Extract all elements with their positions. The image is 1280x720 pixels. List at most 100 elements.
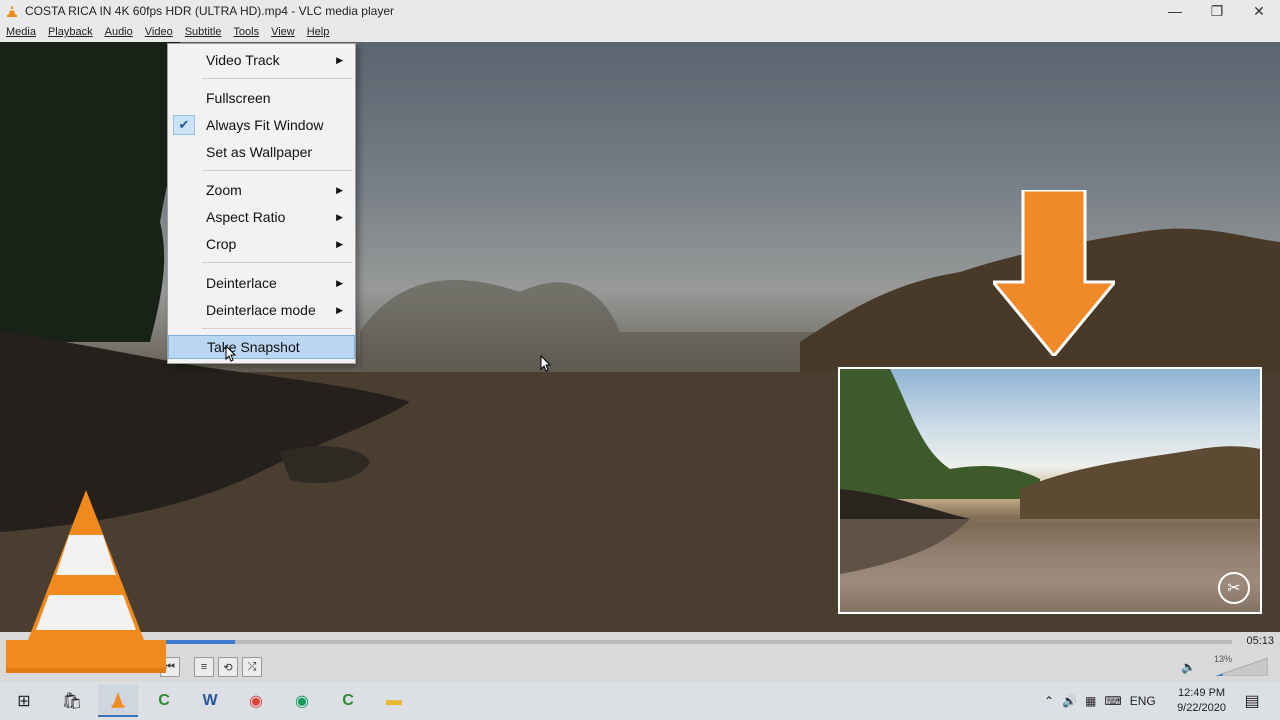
taskbar: ⊞ 🛍 C W ◉ ◉ C ▬ ⌃ 🔊 ▦ ⌨ ENG 12:49 PM 9/2… — [0, 682, 1280, 720]
menu-item-label: Video Track — [206, 52, 280, 68]
playlist-icon: ≡ — [200, 661, 208, 673]
vlc-window: COSTA RICA IN 4K 60fps HDR (ULTRA HD).mp… — [0, 0, 1280, 720]
chevron-up-icon[interactable]: ⌃ — [1044, 694, 1054, 708]
word-button[interactable]: W — [190, 685, 230, 717]
windows-icon: ⊞ — [17, 693, 31, 710]
menu-item-aspect-ratio[interactable]: Aspect Ratio ▶ — [168, 205, 355, 229]
seek-bar[interactable] — [160, 640, 1232, 644]
close-icon: ✕ — [1253, 2, 1265, 19]
shuffle-icon: ⤮ — [247, 660, 257, 673]
playlist-button[interactable]: ≡ — [194, 657, 214, 677]
snapshot-badge-icon: ✂ — [1218, 572, 1250, 604]
maximize-button[interactable]: ❐ — [1196, 0, 1238, 22]
menu-item-set-as-wallpaper[interactable]: Set as Wallpaper — [168, 140, 355, 164]
menu-item-take-snapshot[interactable]: Take Snapshot — [168, 335, 355, 359]
close-button[interactable]: ✕ — [1238, 0, 1280, 22]
chrome-profile-button[interactable]: ◉ — [282, 685, 322, 717]
speaker-icon[interactable]: 🔈 — [1181, 660, 1196, 674]
menu-item-label: Deinterlace mode — [206, 302, 316, 318]
menu-item-video-track[interactable]: Video Track ▶ — [168, 48, 355, 72]
menu-item-label: Fullscreen — [206, 90, 271, 106]
submenu-arrow-icon: ▶ — [336, 211, 343, 222]
menu-subtitle[interactable]: Subtitle — [179, 26, 228, 38]
menu-separator — [202, 170, 352, 171]
menu-media[interactable]: Media — [0, 26, 42, 38]
arrow-down-icon — [993, 190, 1115, 356]
menu-playback[interactable]: Playback — [42, 26, 99, 38]
volume-slider[interactable] — [1216, 658, 1268, 676]
seek-row: 05:13 — [0, 632, 1280, 652]
chrome-icon: ◉ — [295, 693, 309, 710]
loop-icon: ⟲ — [223, 661, 233, 674]
menu-item-always-fit-window[interactable]: ✔ Always Fit Window — [168, 113, 355, 137]
camtasia-icon: C — [342, 692, 354, 709]
hand-cursor-icon — [225, 345, 236, 362]
word-icon: W — [202, 692, 218, 709]
menu-item-label: Always Fit Window — [206, 117, 324, 133]
notifications-button[interactable]: ▤ — [1236, 685, 1268, 717]
menu-item-label: Deinterlace — [206, 275, 277, 291]
menu-item-deinterlace-mode[interactable]: Deinterlace mode ▶ — [168, 298, 355, 322]
menu-item-label: Crop — [206, 236, 237, 252]
camtasia-button[interactable]: C — [144, 685, 184, 717]
vlc-logo-icon — [6, 490, 166, 673]
store-icon: 🛍 — [61, 693, 83, 710]
menu-item-deinterlace[interactable]: Deinterlace ▶ — [168, 271, 355, 295]
volume-icon[interactable]: 🔊 — [1062, 694, 1077, 708]
menu-audio[interactable]: Audio — [99, 26, 139, 38]
chrome-button[interactable]: ◉ — [236, 685, 276, 717]
menu-separator — [202, 78, 352, 79]
vlc-cone-icon — [111, 692, 125, 708]
loop-button[interactable]: ⟲ — [218, 657, 238, 677]
notification-icon: ▤ — [1244, 693, 1260, 710]
menu-tools[interactable]: Tools — [227, 26, 265, 38]
language-indicator[interactable]: ENG — [1130, 694, 1156, 708]
menu-item-crop[interactable]: Crop ▶ — [168, 232, 355, 256]
seek-progress — [160, 640, 236, 644]
checkmark-icon: ✔ — [173, 115, 195, 135]
menu-item-label: Zoom — [206, 182, 242, 198]
menu-separator — [202, 262, 352, 263]
snapshot-image — [840, 369, 1260, 612]
video-context-menu: Video Track ▶ Fullscreen ✔ Always Fit Wi… — [167, 43, 356, 364]
camtasia-icon: C — [158, 692, 170, 709]
minimize-button[interactable]: — — [1154, 0, 1196, 22]
menu-item-fullscreen[interactable]: Fullscreen — [168, 86, 355, 110]
network-icon[interactable]: ▦ — [1085, 694, 1096, 708]
submenu-arrow-icon: ▶ — [336, 277, 343, 288]
pointer-cursor-icon — [540, 355, 552, 372]
restore-icon: ❐ — [1210, 2, 1224, 19]
store-button[interactable]: 🛍 — [52, 685, 92, 717]
minimize-icon: — — [1168, 3, 1182, 19]
submenu-arrow-icon: ▶ — [336, 238, 343, 249]
camtasia-recorder-button[interactable]: C — [328, 685, 368, 717]
chrome-icon: ◉ — [249, 693, 263, 710]
submenu-arrow-icon: ▶ — [336, 54, 343, 65]
submenu-arrow-icon: ▶ — [336, 184, 343, 195]
menu-video[interactable]: Video — [139, 26, 179, 38]
vlc-taskbar-button[interactable] — [98, 685, 138, 717]
menu-item-label: Set as Wallpaper — [206, 144, 313, 160]
menu-separator — [202, 328, 352, 329]
clock[interactable]: 12:49 PM 9/22/2020 — [1177, 686, 1226, 716]
file-explorer-button[interactable]: ▬ — [374, 685, 414, 717]
total-time: 05:13 — [1246, 635, 1274, 647]
system-tray: ⌃ 🔊 ▦ ⌨ ENG — [1044, 682, 1156, 720]
menu-item-zoom[interactable]: Zoom ▶ — [168, 178, 355, 202]
vlc-cone-icon — [7, 5, 17, 17]
snapshot-preview: ✂ — [838, 367, 1262, 614]
clock-time: 12:49 PM — [1177, 687, 1226, 699]
window-title: COSTA RICA IN 4K 60fps HDR (ULTRA HD).mp… — [25, 4, 394, 18]
menu-bar: Media Playback Audio Video Subtitle Tool… — [0, 22, 1280, 42]
start-button[interactable]: ⊞ — [4, 685, 44, 717]
title-bar: COSTA RICA IN 4K 60fps HDR (ULTRA HD).mp… — [0, 0, 1280, 22]
keyboard-icon[interactable]: ⌨ — [1104, 694, 1121, 708]
shuffle-button[interactable]: ⤮ — [242, 657, 262, 677]
menu-help[interactable]: Help — [301, 26, 336, 38]
folder-icon: ▬ — [386, 692, 402, 709]
menu-item-label: Aspect Ratio — [206, 209, 286, 225]
clock-date: 9/22/2020 — [1177, 702, 1226, 714]
controls-row: ⏮ ≡ ⟲ ⤮ 🔈 13% — [0, 652, 1280, 682]
menu-view[interactable]: View — [265, 26, 301, 38]
submenu-arrow-icon: ▶ — [336, 304, 343, 315]
